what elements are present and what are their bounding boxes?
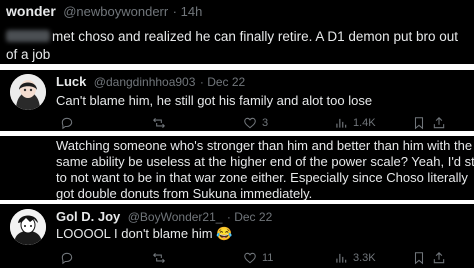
avatar[interactable]: [10, 209, 46, 245]
post-text-line: same ability be useless at the higher en…: [56, 154, 474, 169]
manga-avatar-icon: [10, 209, 46, 245]
retweet-icon: [153, 252, 165, 264]
views-button[interactable]: 1.4K: [334, 116, 376, 130]
share-icon: [433, 117, 445, 129]
anime-avatar-icon: [10, 74, 46, 110]
like-icon: [244, 252, 256, 264]
author-name[interactable]: Gol D. Joy: [56, 209, 120, 224]
post-time[interactable]: · Dec 22: [227, 210, 272, 224]
post-text: met choso and realized he can finally re…: [6, 28, 474, 64]
post-text: Watching someone who's stronger than him…: [56, 138, 474, 202]
redacted-mark: [6, 30, 50, 42]
post-text-line: met choso and realized he can finally re…: [52, 29, 458, 44]
views-icon: [336, 253, 347, 263]
reply-icon: [61, 117, 73, 130]
like-button[interactable]: 3: [243, 116, 268, 130]
reply-button[interactable]: [60, 116, 74, 130]
post-text-line: to not want to be in that war zone eithe…: [56, 170, 468, 185]
author-handle[interactable]: @BoyWonder21_: [128, 210, 223, 224]
author-handle[interactable]: @dangdinhhoa903: [94, 75, 196, 89]
share-button[interactable]: [432, 251, 446, 265]
bookmark-icon: [414, 117, 424, 130]
reply-post[interactable]: Luck @dangdinhhoa903 · Dec 22 Can't blam…: [0, 70, 474, 131]
views-icon: [336, 118, 347, 128]
retweet-button[interactable]: [152, 251, 166, 265]
author-name[interactable]: Luck: [56, 74, 86, 89]
action-bar: 11 3.3K: [60, 251, 445, 267]
like-icon: [244, 117, 256, 129]
like-count: 3: [262, 117, 269, 129]
post-text-line: Watching someone who's stronger than him…: [56, 138, 473, 153]
like-button[interactable]: 11: [243, 251, 273, 265]
author-name[interactable]: wonder: [6, 3, 56, 19]
author-handle[interactable]: @newboywonderr: [63, 4, 168, 19]
bookmark-icon: [414, 252, 424, 265]
retweet-icon: [153, 117, 165, 129]
like-count: 11: [262, 252, 274, 264]
view-count: 1.4K: [353, 117, 376, 129]
avatar[interactable]: [10, 74, 46, 110]
retweet-button[interactable]: [152, 116, 166, 130]
reply-button[interactable]: [60, 251, 74, 265]
reply-icon: [61, 252, 73, 265]
post-text-line: of a job: [6, 47, 51, 62]
post-time[interactable]: · 14h: [173, 4, 203, 19]
original-post: wonder @newboywonderr · 14h met choso an…: [0, 0, 474, 66]
post-text: LOOOOL I don't blame him 😂: [56, 226, 233, 241]
share-button[interactable]: [432, 116, 446, 130]
bookmark-button[interactable]: [412, 251, 426, 265]
views-button[interactable]: 3.3K: [334, 251, 376, 265]
reply-post[interactable]: Watching someone who's stronger than him…: [0, 136, 474, 202]
post-time[interactable]: · Dec 22: [200, 75, 245, 89]
view-count: 3.3K: [353, 252, 376, 264]
reply-post[interactable]: Gol D. Joy @BoyWonder21_ · Dec 22 LOOOOL…: [0, 204, 474, 268]
share-icon: [433, 252, 445, 264]
post-text: Can't blame him, he still got his family…: [56, 93, 373, 108]
action-bar: 3 1.4K: [60, 116, 445, 132]
bookmark-button[interactable]: [412, 116, 426, 130]
